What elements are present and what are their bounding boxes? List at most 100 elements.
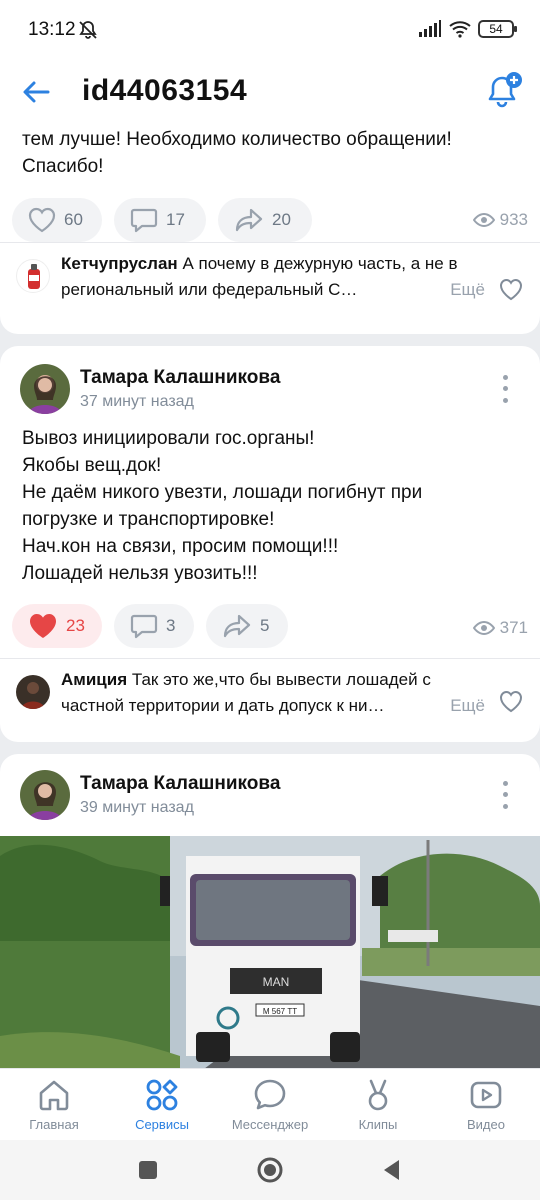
- more-link[interactable]: Ещё: [432, 277, 485, 303]
- mute-bell-icon: [79, 21, 97, 39]
- bottom-tab-bar: Главная Сервисы Мессенджер Клипы Видео: [0, 1068, 540, 1140]
- tab-messenger[interactable]: Мессенджер: [216, 1069, 324, 1141]
- comment-preview[interactable]: Кетчупруслан А почему в дежурную часть, …: [0, 242, 540, 334]
- tab-label: Клипы: [358, 1117, 398, 1132]
- svg-text:MAN: MAN: [263, 975, 290, 989]
- ketchup-avatar-icon: [28, 264, 40, 289]
- post-card: Тамара Калашникова 37 минут назад Вывоз …: [0, 346, 540, 742]
- signal-icon: [419, 20, 441, 37]
- post-card: Тамара Калашникова 39 минут назад MAN M …: [0, 754, 540, 1068]
- post-text: Вывоз инициировали гос.органы! Якобы вещ…: [0, 425, 520, 587]
- post-time: 37 минут назад: [80, 393, 194, 410]
- eye-icon: [472, 212, 495, 228]
- tab-clips[interactable]: Клипы: [324, 1069, 432, 1141]
- comment-avatar: [16, 259, 50, 293]
- subscribe-notifications-button[interactable]: [484, 70, 526, 112]
- views-count: 933: [499, 210, 528, 229]
- status-bar: 13:12 54: [0, 0, 540, 60]
- truck-photo: MAN M 567 ТТ: [0, 836, 540, 1068]
- post-header: Тамара Калашникова 37 минут назад: [0, 364, 540, 424]
- like-button[interactable]: 60: [12, 198, 102, 242]
- back-button[interactable]: [18, 74, 54, 110]
- author-name[interactable]: Тамара Калашникова: [80, 773, 280, 795]
- post-line: Не даём никого увезти, лошади погибнут п…: [22, 482, 423, 530]
- comment-body: Амиция Так это же,что бы вывести лошадей…: [61, 667, 491, 719]
- more-options-button[interactable]: [498, 778, 512, 812]
- share-button[interactable]: 20: [218, 198, 312, 242]
- comment-avatar: [16, 675, 50, 709]
- tab-home[interactable]: Главная: [0, 1069, 108, 1141]
- comment-body: Кетчупруслан А почему в дежурную часть, …: [61, 251, 491, 303]
- author-avatar[interactable]: [20, 364, 70, 414]
- author-name[interactable]: Тамара Калашникова: [80, 367, 280, 389]
- plate-text: M 567 ТТ: [263, 1007, 297, 1016]
- post-actions: 60 17 20: [12, 198, 312, 242]
- video-icon: [470, 1081, 502, 1109]
- tab-label: Видео: [467, 1117, 505, 1132]
- author-avatar[interactable]: [20, 770, 70, 820]
- battery-indicator: 54: [478, 20, 517, 38]
- tab-video[interactable]: Видео: [432, 1069, 540, 1141]
- comment-author: Кетчупруслан: [61, 254, 178, 273]
- tab-label: Сервисы: [135, 1117, 189, 1132]
- post-time: 39 минут назад: [80, 799, 194, 816]
- post-actions: 23 3 5: [12, 604, 288, 648]
- post-text: тем лучше! Необходимо количество обращен…: [22, 129, 452, 177]
- wifi-icon: [449, 21, 471, 38]
- bell-add-icon: [488, 72, 522, 108]
- tab-label: Мессенджер: [231, 1117, 309, 1132]
- home-icon: [39, 1080, 69, 1111]
- views-count: 371: [499, 618, 528, 637]
- heart-outline-icon: [499, 278, 523, 301]
- post-header: Тамара Калашникова 39 минут назад: [0, 770, 540, 830]
- messenger-icon: [254, 1079, 286, 1110]
- recents-square-icon[interactable]: [133, 1155, 163, 1185]
- share-icon: [235, 208, 263, 232]
- comment-button[interactable]: 3: [114, 604, 194, 648]
- heart-filled-icon: [30, 614, 56, 638]
- post-line: Якобы вещ.док!: [22, 455, 162, 476]
- heart-outline-icon: [499, 690, 523, 713]
- post-line: Вывоз инициировали гос.органы!: [22, 428, 315, 449]
- views-counter: 371: [472, 618, 528, 638]
- more-options-button[interactable]: [498, 372, 512, 406]
- person-avatar-icon: [20, 364, 70, 414]
- heart-outline-icon: [28, 207, 56, 233]
- clips-icon: [368, 1079, 388, 1111]
- arrow-left-icon: [23, 81, 50, 103]
- tab-label: Главная: [29, 1117, 79, 1132]
- like-count: 60: [64, 210, 83, 229]
- share-icon: [223, 614, 251, 638]
- more-link[interactable]: Ещё: [432, 693, 485, 719]
- comment-like-button[interactable]: [498, 277, 524, 303]
- feed[interactable]: тем лучше! Необходимо количество обращен…: [0, 126, 540, 1068]
- tab-services[interactable]: Сервисы: [108, 1069, 216, 1141]
- home-circle-icon[interactable]: [255, 1155, 285, 1185]
- post-photo[interactable]: MAN M 567 ТТ: [0, 836, 540, 1068]
- comment-count: 3: [166, 616, 176, 635]
- post-line: Лошадей нельзя увозить!!!: [22, 563, 258, 584]
- like-count: 23: [66, 616, 85, 635]
- share-button[interactable]: 5: [206, 604, 288, 648]
- back-triangle-icon[interactable]: [377, 1155, 407, 1185]
- comment-button[interactable]: 17: [114, 198, 206, 242]
- status-time: 13:12: [28, 19, 76, 40]
- like-button[interactable]: 23: [12, 604, 102, 648]
- person-avatar-icon: [20, 770, 70, 820]
- system-navigation-bar: [0, 1140, 540, 1200]
- share-count: 20: [272, 210, 291, 229]
- eye-icon: [472, 620, 495, 636]
- services-icon: [146, 1079, 178, 1111]
- comment-icon: [130, 614, 158, 639]
- app-header: id44063154: [0, 60, 540, 126]
- comment-author: Амиция: [61, 670, 128, 689]
- post-line: Нач.кон на связи, просим помощи!!!: [22, 536, 339, 557]
- comment-icon: [130, 208, 158, 233]
- post-card: тем лучше! Необходимо количество обращен…: [0, 126, 540, 334]
- status-icons: 54: [418, 20, 517, 38]
- comment-count: 17: [166, 210, 185, 229]
- comment-like-button[interactable]: [498, 689, 524, 715]
- page-title: id44063154: [82, 74, 248, 107]
- share-count: 5: [260, 616, 270, 635]
- comment-preview[interactable]: Амиция Так это же,что бы вывести лошадей…: [0, 658, 540, 742]
